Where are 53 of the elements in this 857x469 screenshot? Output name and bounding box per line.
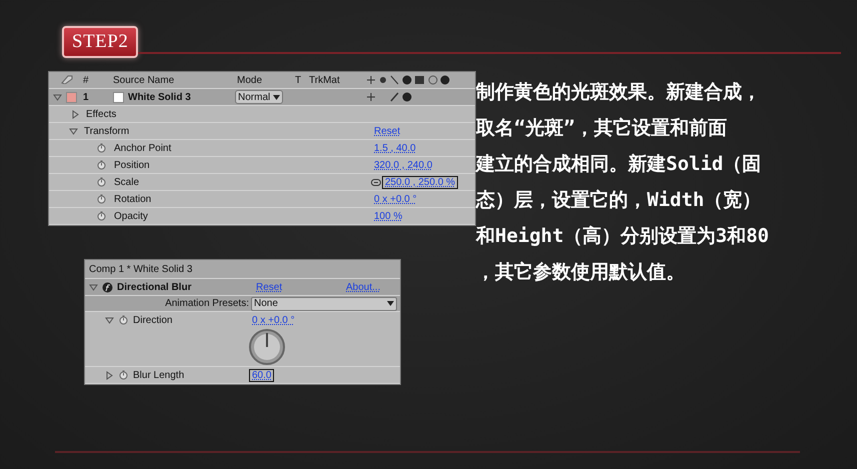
panel-title: Comp 1 * White Solid 3 [89,264,192,274]
stopwatch-icon[interactable] [97,211,106,221]
presets-label: Animation Presets: [165,298,249,309]
mode-dropdown[interactable]: Normal [235,90,284,104]
stopwatch-icon[interactable] [97,194,106,204]
collapse-triangle-icon[interactable] [69,126,78,136]
about-link[interactable]: About... [343,280,384,294]
fx-icon[interactable] [102,282,113,292]
reset-link[interactable]: Reset [371,124,404,138]
label-color-swatch[interactable] [66,92,77,102]
stopwatch-icon[interactable] [119,370,128,380]
property-value[interactable]: 0 x +0.0 ° [371,192,420,206]
effect-name: Directional Blur [117,282,192,292]
property-value[interactable]: 100 % [371,210,406,222]
property-label: Opacity [114,210,148,222]
angle-dial[interactable] [249,329,285,365]
property-value[interactable]: 320.0 , 240.0 [371,158,436,172]
stopwatch-icon[interactable] [97,177,106,187]
property-group-label[interactable]: Transform [84,126,130,136]
column-header: TrkMat [309,74,340,86]
parameter-value[interactable]: 0 x +0.0 ° [249,314,298,326]
stopwatch-icon[interactable] [97,143,106,153]
dropdown-arrow-icon [387,301,394,306]
description-paragraph: 制作黄色的光斑效果。新建合成， 取名“光斑”，其它设置和前面 建立的合成相同。新建Solid（固 态）层，设置它的，Width（宽） 和Height（高）分别设置为3和80 ，其它参数使用默认值。 [476,80,769,284]
property-label: Anchor Point [114,142,172,154]
property-label: Position [114,160,150,170]
solid-thumbnail [113,92,124,102]
layer-number: 1 [83,92,89,102]
parameter-label: Direction [133,314,172,326]
parameter-value[interactable]: 60.0 [249,368,274,382]
property-group-label[interactable]: Effects [86,108,116,120]
column-header: # [83,74,89,86]
expand-triangle-icon[interactable] [105,370,114,380]
step-badge: STEP2 [62,26,138,58]
dropdown-arrow-icon [273,94,280,100]
property-label: Scale [114,176,140,188]
collapse-triangle-icon[interactable] [89,282,98,292]
layer-name[interactable]: White Solid 3 [128,92,191,102]
stopwatch-icon[interactable] [97,160,106,170]
collapse-triangle-icon[interactable] [53,92,62,102]
property-value[interactable]: 250.0 , 250.0 % [382,176,458,188]
link-icon[interactable] [371,178,381,186]
collapse-triangle-icon[interactable] [105,316,114,324]
column-header: T [295,74,302,86]
column-header: Source Name [113,74,174,86]
expand-triangle-icon[interactable] [71,110,80,118]
property-value[interactable]: 1.5 , 40.0 [371,142,419,154]
column-header: Mode [237,74,262,86]
reset-link[interactable]: Reset [253,280,286,294]
property-label: Rotation [114,194,152,204]
stopwatch-icon[interactable] [119,315,128,325]
presets-dropdown[interactable]: None [251,296,397,310]
parameter-label: Blur Length [133,370,184,380]
